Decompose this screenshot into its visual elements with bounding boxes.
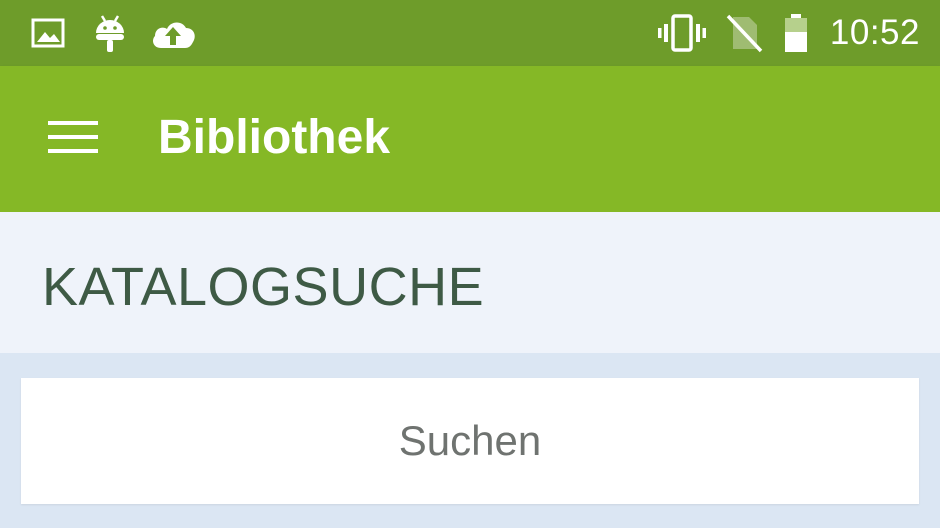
search-button[interactable]: Suchen — [21, 378, 919, 504]
no-sim-icon — [724, 13, 764, 53]
vibrate-icon — [656, 13, 708, 53]
section-title: KATALOGSUCHE — [42, 257, 485, 317]
app-title: Bibliothek — [158, 111, 391, 164]
search-area: Suchen — [0, 353, 940, 528]
cloud-upload-icon — [148, 13, 198, 53]
android-icon — [92, 13, 128, 53]
menu-button[interactable] — [34, 106, 112, 172]
battery-icon — [780, 13, 812, 53]
hamburger-menu-icon — [47, 119, 99, 160]
image-icon — [30, 13, 66, 53]
app-bar: Bibliothek — [0, 66, 940, 212]
status-bar: 10:52 — [0, 0, 940, 66]
status-time: 10:52 — [829, 13, 920, 52]
section-header: KATALOGSUCHE — [0, 212, 940, 353]
